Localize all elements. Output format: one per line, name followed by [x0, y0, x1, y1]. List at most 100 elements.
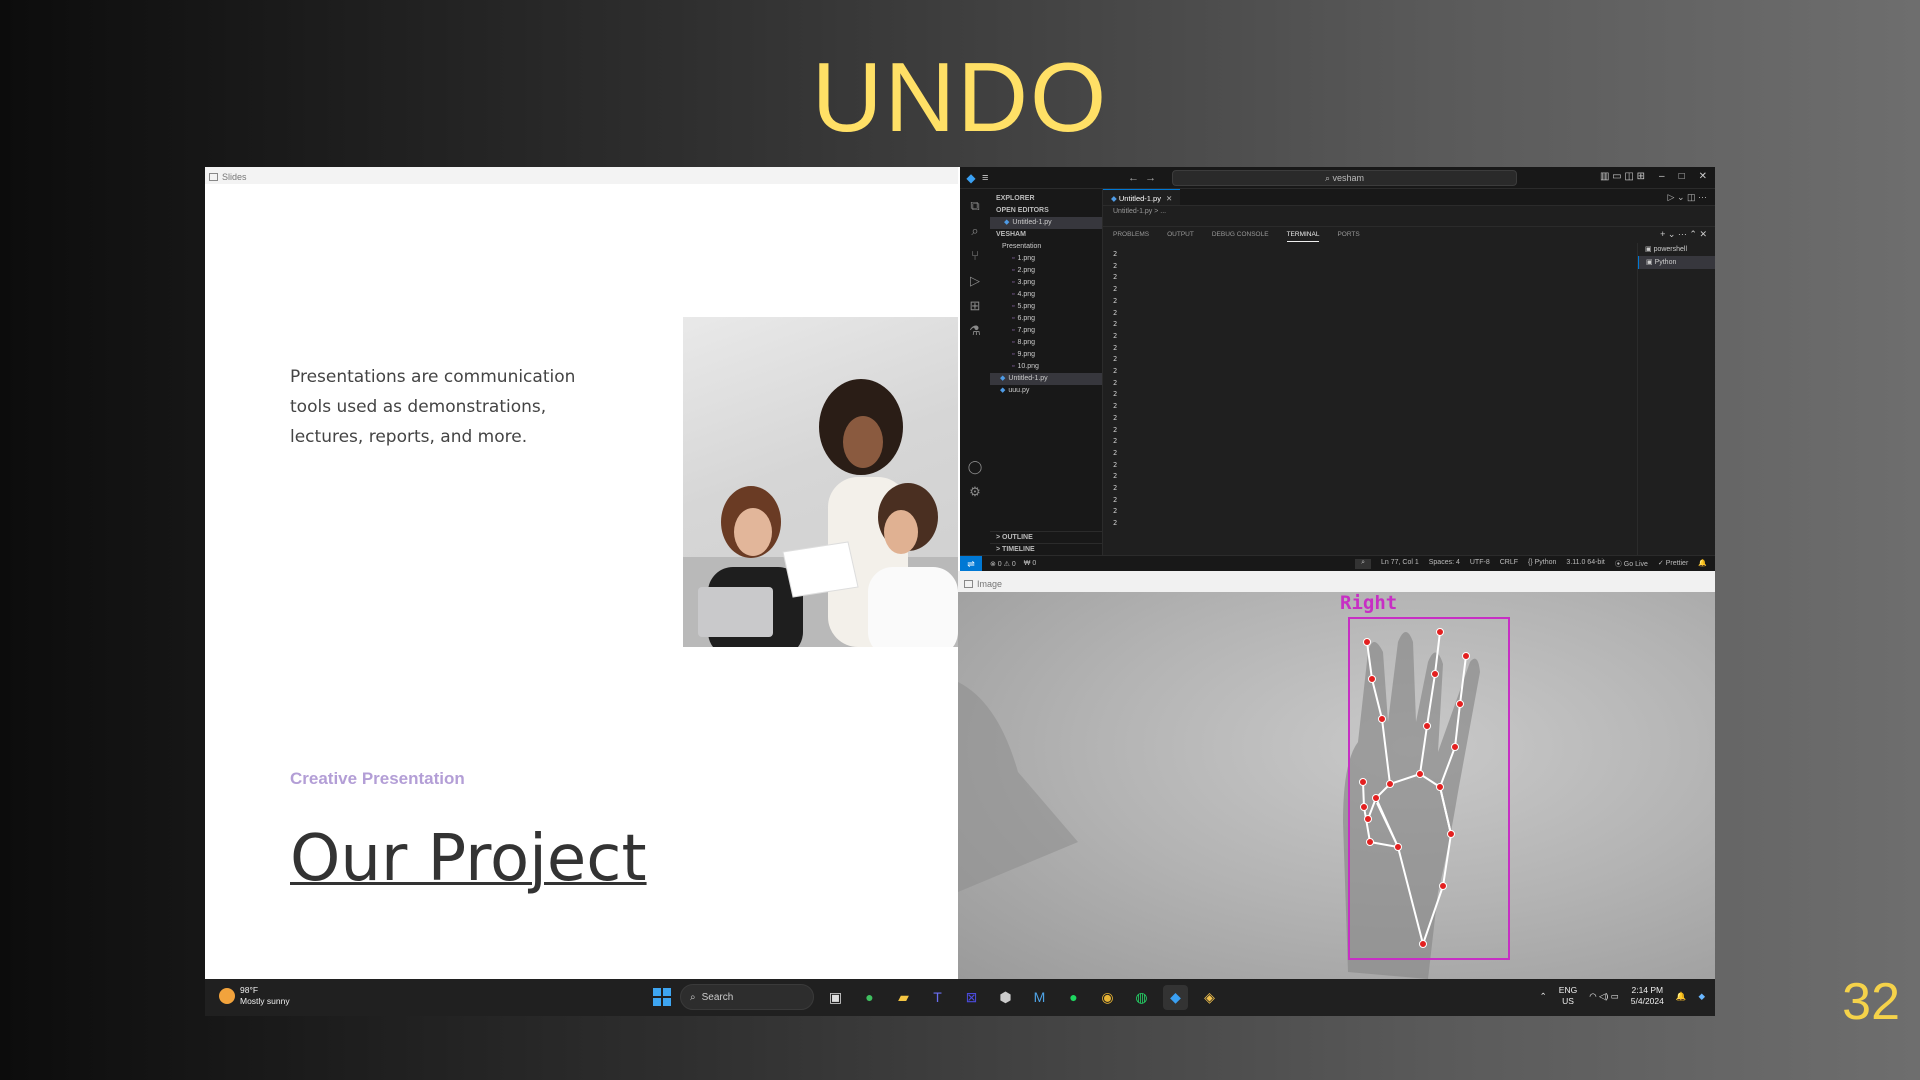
panel-actions[interactable]: + ⌄ ··· ⌃ ✕ [1660, 226, 1707, 242]
cursor-position[interactable]: Ln 77, Col 1 [1381, 559, 1419, 569]
wifi-volume-battery-icon[interactable]: ◠ ◁) ▭ [1589, 991, 1619, 1002]
language-indicator[interactable]: ENG US [1559, 985, 1577, 1007]
file-item[interactable]: ▫ 7.png [990, 325, 1102, 337]
problems-count[interactable]: ⊗ 0 ⚠ 0 [990, 560, 1016, 568]
tab-close-icon[interactable]: ✕ [1166, 194, 1172, 203]
layout-toggle-icon[interactable]: ▥ ▭ ◫ ⊞ [1600, 171, 1645, 182]
file-explorer-icon[interactable]: ▰ [891, 985, 916, 1010]
copilot-icon[interactable]: ◆ [1698, 991, 1705, 1002]
terminal-item-python[interactable]: ▣ Python [1638, 256, 1715, 269]
tray-chevron-icon[interactable]: ⌃ [1540, 991, 1547, 1002]
spotify-icon[interactable]: ● [1061, 985, 1086, 1010]
chrome-icon[interactable]: ◉ [1095, 985, 1120, 1010]
terminal-line: 2 [1113, 355, 1118, 364]
terminal-line: 2 [1113, 507, 1118, 516]
vscode-titlebar: ◆ ≡ ← → ⌕ vesham ▥ ▭ ◫ ⊞ – □ ✕ [960, 167, 1715, 189]
prettier-label: Prettier [1665, 559, 1689, 567]
breadcrumb[interactable]: Untitled-1.py > ... [1103, 206, 1715, 218]
open-editors-header[interactable]: OPEN EDITORS [990, 205, 1102, 217]
maximize-icon[interactable]: □ [1679, 171, 1685, 182]
line-ending[interactable]: CRLF [1500, 559, 1518, 569]
file-item[interactable]: ▫ 2.png [990, 265, 1102, 277]
terminal-line: 2 [1113, 343, 1118, 352]
go-live[interactable]: ⦿ Go Live [1615, 559, 1648, 569]
tab-untitled[interactable]: ◆ Untitled-1.py ✕ [1103, 189, 1181, 205]
notifications-bell-icon[interactable]: 🔔 [1698, 559, 1707, 569]
command-center-search[interactable]: ⌕ vesham [1172, 170, 1517, 186]
app-icon-green[interactable]: ● [857, 985, 882, 1010]
minimize-icon[interactable]: – [1659, 171, 1665, 182]
run-debug-icon[interactable]: ▷ [960, 273, 990, 289]
remote-icon[interactable]: ⇌ [960, 555, 982, 572]
terminal-line: 2 [1113, 261, 1118, 270]
nav-arrows[interactable]: ← → [1128, 172, 1156, 184]
app-icon-hex[interactable]: ⬢ [993, 985, 1018, 1010]
start-icon[interactable] [653, 988, 671, 1006]
language-mode[interactable]: {} Python [1528, 559, 1556, 569]
whatsapp-icon[interactable]: ◍ [1129, 985, 1154, 1010]
encoding[interactable]: UTF-8 [1470, 559, 1490, 569]
file-item[interactable]: ▫ 6.png [990, 313, 1102, 325]
terminal-label: powershell [1653, 246, 1688, 253]
tab-output[interactable]: OUTPUT [1167, 227, 1194, 242]
folder-presentation[interactable]: Presentation [990, 241, 1102, 253]
close-icon[interactable]: ✕ [1699, 171, 1707, 182]
file-item[interactable]: ▫ 9.png [990, 349, 1102, 361]
timeline-label: TIMELINE [1002, 546, 1035, 553]
file-item[interactable]: ▫ 1.png [990, 253, 1102, 265]
account-icon[interactable]: ◯ [960, 459, 990, 475]
settings-gear-icon[interactable]: ⚙ [960, 484, 990, 500]
terminal-line: 2 [1113, 495, 1118, 504]
open-editor-item[interactable]: ◆ Untitled-1.py [990, 217, 1102, 229]
tab-debug-console[interactable]: DEBUG CONSOLE [1212, 227, 1269, 242]
terminal-item-powershell[interactable]: ▣ powershell [1638, 243, 1715, 256]
image-file-icon: ▫ [1012, 363, 1015, 370]
weather-widget[interactable]: 98°F Mostly sunny [219, 985, 290, 1007]
status-search-icon[interactable]: ⌕ [1355, 558, 1371, 569]
task-view-icon[interactable]: ▣ [823, 985, 848, 1010]
tab-problems[interactable]: PROBLEMS [1113, 227, 1149, 242]
timeline-header[interactable]: > TIMELINE [990, 543, 1102, 555]
tab-label: Untitled-1.py [1118, 194, 1161, 203]
python-taskbar-icon[interactable]: ◈ [1197, 985, 1222, 1010]
app-icon-blue[interactable]: ⊠ [959, 985, 984, 1010]
notification-bell-icon[interactable]: 🔔 [1676, 991, 1687, 1002]
image-file-icon: ▫ [1012, 279, 1015, 286]
taskbar-search[interactable]: ⌕ Search [680, 984, 814, 1010]
indentation[interactable]: Spaces: 4 [1429, 559, 1460, 569]
vscode-taskbar-icon[interactable]: ◆ [1163, 984, 1188, 1010]
run-file-icon[interactable]: ▷ ⌄ ◫ ··· [1668, 189, 1715, 205]
source-control-icon[interactable]: ⑂ [960, 248, 990, 264]
status-right: ⌕ Ln 77, Col 1 Spaces: 4 UTF-8 CRLF {} P… [1355, 558, 1715, 569]
explorer-icon[interactable]: ⧉ [960, 198, 990, 214]
terminal-output[interactable]: 2 2 2 2 2 2 2 2 2 2 2 2 2 2 2 2 2 2 2 2 2 2 2 2 [1113, 249, 1133, 549]
tab-terminal[interactable]: TERMINAL [1286, 227, 1320, 242]
file-item[interactable]: ▫ 3.png [990, 277, 1102, 289]
teams-icon[interactable]: T [925, 985, 950, 1010]
weather-temp: 98°F [240, 985, 259, 995]
app-icon-m[interactable]: M [1027, 985, 1052, 1010]
file-item-untitled[interactable]: ◆ Untitled-1.py [990, 373, 1102, 385]
clock[interactable]: 2:14 PM 5/4/2024 [1631, 985, 1664, 1007]
search-icon[interactable]: ⌕ [960, 223, 990, 239]
slides-window-title: Slides [222, 172, 247, 182]
file-label: 9.png [1017, 351, 1036, 358]
workspace-header[interactable]: VESHAM [990, 229, 1102, 241]
ports-count[interactable]: ₩ 0 [1024, 560, 1036, 567]
extensions-icon[interactable]: ⊞ [960, 298, 990, 314]
date: 5/4/2024 [1630, 996, 1664, 1006]
tab-ports[interactable]: PORTS [1337, 227, 1359, 242]
file-item[interactable]: ▫ 4.png [990, 289, 1102, 301]
hamburger-menu-icon[interactable]: ≡ [982, 172, 1002, 184]
terminal-line: 2 [1113, 472, 1118, 481]
outline-header[interactable]: > OUTLINE [990, 531, 1102, 543]
file-item-uuu[interactable]: ◆ uuu.py [990, 385, 1102, 397]
file-item[interactable]: ▫ 5.png [990, 301, 1102, 313]
file-item[interactable]: ▫ 8.png [990, 337, 1102, 349]
testing-icon[interactable]: ⚗ [960, 323, 990, 339]
prettier[interactable]: ✓ Prettier [1658, 559, 1688, 569]
image-file-icon: ▫ [1012, 315, 1015, 322]
team-photo [683, 317, 958, 647]
interpreter[interactable]: 3.11.0 64-bit [1566, 559, 1604, 569]
file-item[interactable]: ▫ 10.png [990, 361, 1102, 373]
